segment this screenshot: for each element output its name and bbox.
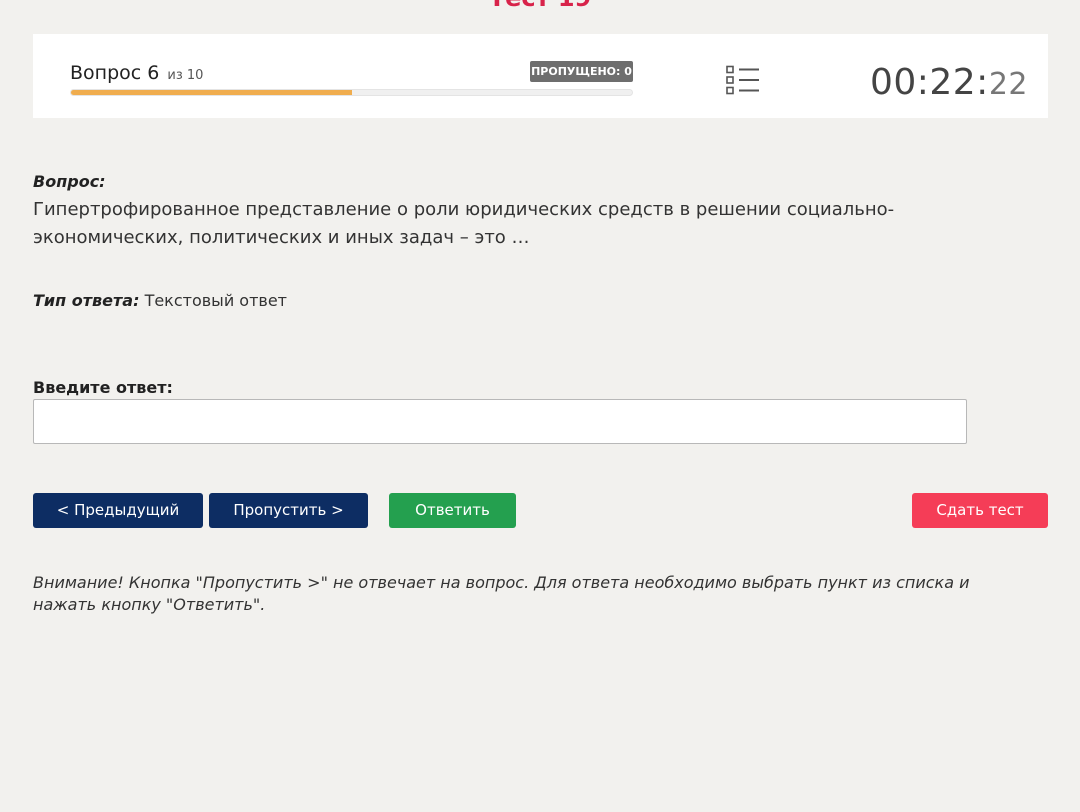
question-counter: Вопрос 6 из 10 (70, 62, 203, 84)
question-total: из 10 (167, 68, 204, 83)
page-title: Тест 19 (0, 0, 1080, 12)
answer-type-value: Текстовый ответ (144, 291, 287, 310)
question-list-icon[interactable] (726, 65, 760, 95)
answer-type: Тип ответа: Текстовый ответ (33, 291, 287, 310)
finish-test-button[interactable]: Сдать тест (912, 493, 1048, 528)
question-number: Вопрос 6 (70, 62, 160, 84)
timer-main: 00:22: (869, 62, 989, 103)
answer-type-label: Тип ответа: (33, 291, 140, 310)
skip-button[interactable]: Пропустить > (209, 493, 368, 528)
timer-seconds: 22 (988, 67, 1028, 102)
previous-button[interactable]: < Предыдущий (33, 493, 203, 528)
answer-button[interactable]: Ответить (389, 493, 516, 528)
progress-fill (71, 90, 352, 95)
timer: 00:22:22 (870, 62, 1028, 103)
notice-text: Внимание! Кнопка "Пропустить >" не отвеч… (33, 573, 970, 614)
answer-input-label: Введите ответ: (33, 378, 173, 397)
answer-input[interactable] (33, 399, 967, 444)
question-text: Гипертрофированное представление о роли … (33, 199, 895, 248)
question-label: Вопрос: (33, 172, 106, 191)
skipped-badge: ПРОПУЩЕНО: 0 (530, 61, 633, 82)
quiz-header: Вопрос 6 из 10 ПРОПУЩЕНО: 0 00:22:22 (33, 34, 1048, 118)
progress-bar (70, 89, 633, 96)
